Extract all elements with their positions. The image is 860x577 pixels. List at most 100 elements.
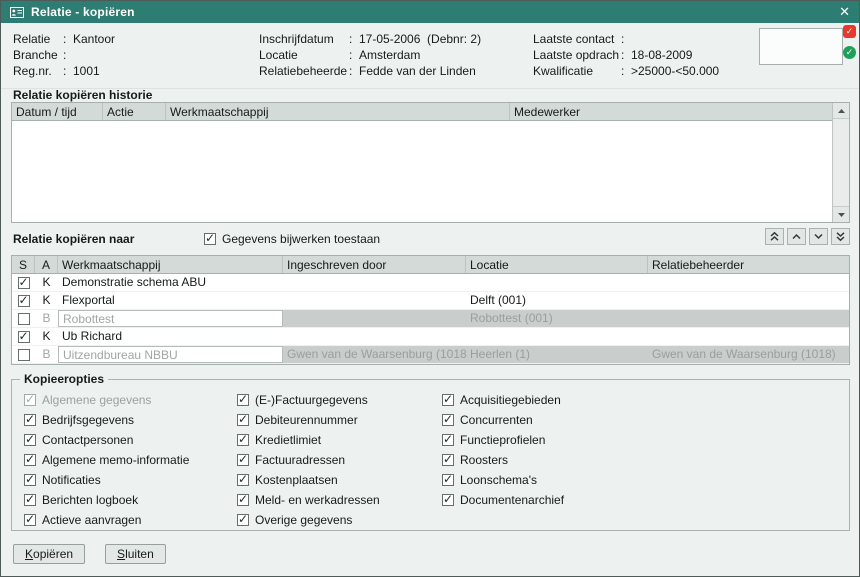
option-row[interactable]: Notificaties <box>24 470 189 490</box>
checkbox[interactable] <box>24 434 36 446</box>
option-row[interactable]: Algemene gegevens <box>24 390 189 410</box>
field-value: Amsterdam <box>359 47 420 63</box>
relatiebeheerder-cell <box>648 292 849 309</box>
table-row[interactable]: K Flexportal Delft (001) <box>12 292 849 310</box>
vertical-scrollbar[interactable] <box>832 103 849 222</box>
field-label: Kwalificatie <box>533 63 621 79</box>
column-header-ingeschreven-door: Ingeschreven door <box>283 256 466 273</box>
column-header-medewerker: Medewerker <box>510 103 832 120</box>
option-row[interactable]: Algemene memo-informatie <box>24 450 189 470</box>
checkbox[interactable] <box>237 454 249 466</box>
checkbox[interactable] <box>24 454 36 466</box>
checkbox[interactable] <box>24 394 36 406</box>
checkbox-label: Debiteurennummer <box>255 413 358 427</box>
option-row[interactable]: Documentenarchief <box>442 490 564 510</box>
checkbox[interactable] <box>442 494 454 506</box>
sluiten-button[interactable]: Sluiten <box>105 544 166 564</box>
move-top-button[interactable] <box>765 228 784 245</box>
checkbox[interactable] <box>237 414 249 426</box>
checkbox-label: Loonschema's <box>460 473 537 487</box>
table-row[interactable]: B Robottest Robottest (001) <box>12 310 849 328</box>
scroll-up-button[interactable] <box>833 103 849 119</box>
checkbox[interactable] <box>442 474 454 486</box>
checkbox[interactable] <box>442 454 454 466</box>
header-field: Reg.nr.1001 <box>13 63 115 79</box>
option-row[interactable]: Roosters <box>442 450 564 470</box>
locatie-cell <box>466 274 648 291</box>
options-column-3: Acquisitiegebieden Concurrenten Functiep… <box>442 390 564 510</box>
move-up-button[interactable] <box>787 228 806 245</box>
move-down-button[interactable] <box>809 228 828 245</box>
scroll-down-button[interactable] <box>833 206 849 222</box>
kopieren-naar-table-header: S A Werkmaatschappij Ingeschreven door L… <box>12 256 849 274</box>
checkbox[interactable] <box>442 394 454 406</box>
ingeschreven-door-cell <box>283 328 466 345</box>
option-row[interactable]: Meld- en werkadressen <box>237 490 380 510</box>
option-row[interactable]: Kostenplaatsen <box>237 470 380 490</box>
relatiebeheerder-cell <box>648 328 849 345</box>
checkbox[interactable] <box>442 434 454 446</box>
checkbox[interactable] <box>237 514 249 526</box>
close-icon[interactable]: ✕ <box>839 1 850 23</box>
locatie-cell: Delft (001) <box>466 292 648 309</box>
ingeschreven-door-cell <box>283 292 466 309</box>
header-field: Laatste contact <box>533 31 719 47</box>
table-row[interactable]: K Demonstratie schema ABU <box>12 274 849 292</box>
column-header-datum-tijd: Datum / tijd <box>12 103 103 120</box>
checkbox[interactable] <box>442 414 454 426</box>
option-row[interactable]: Loonschema's <box>442 470 564 490</box>
checkbox[interactable] <box>24 494 36 506</box>
checkbox-label: Meld- en werkadressen <box>255 493 380 507</box>
row-select-checkbox[interactable] <box>18 277 30 289</box>
select-cell <box>12 328 35 345</box>
option-row[interactable]: Factuuradressen <box>237 450 380 470</box>
option-row[interactable]: Bedrijfsgegevens <box>24 410 189 430</box>
option-row[interactable]: Functieprofielen <box>442 430 564 450</box>
ingeschreven-door-cell <box>283 274 466 291</box>
locatie-cell: Heerlen (1) <box>466 346 648 363</box>
green-check-icon[interactable]: ✓ <box>843 46 856 59</box>
checkbox[interactable] <box>237 434 249 446</box>
a-cell: B <box>35 310 58 327</box>
kopieren-naar-table-body: K Demonstratie schema ABU K Flexportal D… <box>12 274 849 364</box>
checkbox[interactable] <box>237 474 249 486</box>
option-row[interactable]: Debiteurennummer <box>237 410 380 430</box>
checkbox[interactable] <box>24 414 36 426</box>
photo-placeholder <box>759 28 843 65</box>
row-select-checkbox[interactable] <box>18 331 30 343</box>
table-row[interactable]: B Uitzendbureau NBBU Gwen van de Waarsen… <box>12 346 849 364</box>
option-row[interactable]: Contactpersonen <box>24 430 189 450</box>
field-label: Branche <box>13 47 63 63</box>
move-bottom-button[interactable] <box>831 228 850 245</box>
gegevens-bijwerken-checkbox-row[interactable]: Gegevens bijwerken toestaan <box>204 231 380 247</box>
checkbox[interactable] <box>237 494 249 506</box>
header-column-1: RelatieKantoor Branche Reg.nr.1001 <box>13 31 115 79</box>
row-select-checkbox[interactable] <box>18 313 30 325</box>
option-row[interactable]: Acquisitiegebieden <box>442 390 564 410</box>
checkbox-label: Factuuradressen <box>255 453 345 467</box>
option-row[interactable]: Berichten logboek <box>24 490 189 510</box>
checkbox-label: (E-)Factuurgegevens <box>255 393 368 407</box>
field-colon <box>621 47 631 63</box>
relation-header: RelatieKantoor Branche Reg.nr.1001 Insch… <box>1 23 859 89</box>
kopieeropties-legend: Kopieeropties <box>20 372 108 386</box>
option-row[interactable]: Overige gegevens <box>237 510 380 530</box>
checkbox[interactable] <box>204 233 216 245</box>
column-header-a: A <box>35 256 58 273</box>
option-row[interactable]: Kredietlimiet <box>237 430 380 450</box>
option-row[interactable]: (E-)Factuurgegevens <box>237 390 380 410</box>
row-select-checkbox[interactable] <box>18 349 30 361</box>
contact-card-icon <box>10 7 24 18</box>
table-row[interactable]: K Ub Richard <box>12 328 849 346</box>
checkbox[interactable] <box>24 514 36 526</box>
checkbox-label: Overige gegevens <box>255 513 352 527</box>
checkbox[interactable] <box>237 394 249 406</box>
option-row[interactable]: Actieve aanvragen <box>24 510 189 530</box>
option-row[interactable]: Concurrenten <box>442 410 564 430</box>
kopieren-button[interactable]: Kopiëren <box>13 544 85 564</box>
checkbox[interactable] <box>24 474 36 486</box>
header-field: RelatieKantoor <box>13 31 115 47</box>
red-check-icon[interactable]: ✓ <box>843 25 856 38</box>
row-select-checkbox[interactable] <box>18 295 30 307</box>
werkmaatschappij-cell: Robottest <box>58 310 283 327</box>
